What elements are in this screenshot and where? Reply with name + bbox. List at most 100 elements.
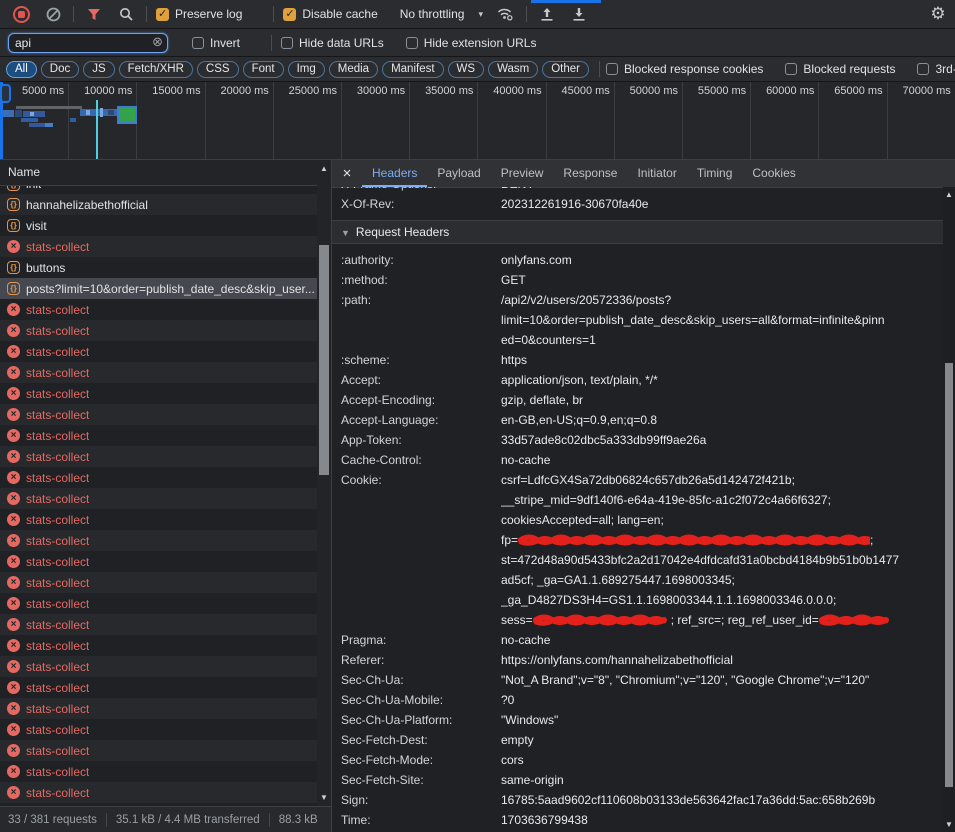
- request-row[interactable]: ×stats-collect: [0, 425, 317, 446]
- header-value: en-GB,en-US;q=0.9,en;q=0.8: [501, 410, 943, 430]
- header-value: cors: [501, 750, 943, 770]
- request-row-selected[interactable]: {}posts?limit=10&order=publish_date_desc…: [0, 278, 317, 299]
- scrollbar-thumb[interactable]: [945, 363, 953, 787]
- request-row[interactable]: ×stats-collect: [0, 698, 317, 719]
- blocked-requests-checkbox[interactable]: Blocked requests: [785, 62, 899, 76]
- network-overview-timeline[interactable]: 5000 ms10000 ms15000 ms20000 ms25000 ms3…: [0, 82, 955, 160]
- hide-data-urls-checkbox[interactable]: Hide data URLs: [281, 36, 388, 50]
- timeline-column: 70000 ms: [887, 82, 955, 159]
- tab-payload[interactable]: Payload: [427, 160, 490, 187]
- request-row[interactable]: ×stats-collect: [0, 740, 317, 761]
- preserve-log-checkbox[interactable]: Preserve log: [156, 7, 246, 21]
- request-row[interactable]: {}visit: [0, 215, 317, 236]
- network-conditions-button[interactable]: [495, 3, 517, 25]
- request-row[interactable]: ×stats-collect: [0, 299, 317, 320]
- clear-filter-icon[interactable]: ⊗: [152, 34, 163, 50]
- filter-chip-fetch-xhr[interactable]: Fetch/XHR: [119, 61, 193, 78]
- request-row[interactable]: ×stats-collect: [0, 446, 317, 467]
- blocked-response-cookies-checkbox[interactable]: Blocked response cookies: [606, 62, 767, 76]
- 3rd-party-requests-checkbox[interactable]: 3rd-party requests: [917, 62, 955, 76]
- request-row[interactable]: ×stats-collect: [0, 404, 317, 425]
- request-row[interactable]: ×stats-collect: [0, 593, 317, 614]
- request-row[interactable]: ×stats-collect: [0, 614, 317, 635]
- filter-chip-media[interactable]: Media: [329, 61, 378, 78]
- settings-gear-button[interactable]: ⚙: [927, 3, 949, 25]
- scroll-up-icon[interactable]: ▲: [943, 190, 955, 199]
- request-row[interactable]: ×stats-collect: [0, 656, 317, 677]
- header-value: onlyfans.com: [501, 250, 943, 270]
- request-row[interactable]: ×stats-collect: [0, 362, 317, 383]
- request-details-panel: × HeadersPayloadPreviewResponseInitiator…: [332, 160, 955, 832]
- filter-chip-doc[interactable]: Doc: [41, 61, 79, 78]
- overview-cursor-line: [96, 100, 98, 159]
- scroll-down-icon[interactable]: ▼: [317, 793, 331, 802]
- request-row[interactable]: ×stats-collect: [0, 341, 317, 362]
- request-row[interactable]: ×stats-collect: [0, 782, 317, 803]
- import-har-button[interactable]: [536, 3, 558, 25]
- timeline-tick-label: 25000 ms: [289, 85, 337, 97]
- filter-chip-img[interactable]: Img: [288, 61, 325, 78]
- export-har-button[interactable]: [568, 3, 590, 25]
- scroll-up-icon[interactable]: ▲: [317, 164, 331, 173]
- filter-chip-all[interactable]: All: [6, 61, 37, 78]
- record-button[interactable]: [10, 3, 32, 25]
- request-row[interactable]: {}hannahelizabethofficial: [0, 194, 317, 215]
- filter-toggle-button[interactable]: [83, 3, 105, 25]
- request-row[interactable]: ×stats-collect: [0, 572, 317, 593]
- waterfall-bar: [70, 118, 76, 122]
- name-column-header[interactable]: Name: [0, 160, 331, 186]
- request-row[interactable]: ×stats-collect: [0, 467, 317, 488]
- tab-headers[interactable]: Headers: [362, 160, 427, 187]
- header-value: "Windows": [501, 710, 943, 730]
- filter-chip-other[interactable]: Other: [542, 61, 589, 78]
- close-details-button[interactable]: ×: [332, 165, 362, 182]
- request-row[interactable]: ×stats-collect: [0, 761, 317, 782]
- overview-selection-knob[interactable]: [0, 84, 11, 103]
- request-row[interactable]: {}init: [0, 186, 317, 194]
- tab-cookies[interactable]: Cookies: [742, 160, 805, 187]
- request-headers-section[interactable]: ▼Request Headers: [332, 220, 943, 244]
- filter-chip-ws[interactable]: WS: [448, 61, 485, 78]
- header-value: https://onlyfans.com/hannahelizabethoffi…: [501, 650, 943, 670]
- header-value: gzip, deflate, br: [501, 390, 943, 410]
- request-row[interactable]: ×stats-collect: [0, 719, 317, 740]
- request-name: stats-collect: [26, 408, 89, 422]
- request-row[interactable]: ×stats-collect: [0, 509, 317, 530]
- filter-text-input[interactable]: api ⊗: [8, 33, 168, 53]
- request-row[interactable]: ×stats-collect: [0, 530, 317, 551]
- request-name: stats-collect: [26, 324, 89, 338]
- tab-timing[interactable]: Timing: [687, 160, 743, 187]
- request-row[interactable]: ×stats-collect: [0, 320, 317, 341]
- header-key: Sign:: [341, 790, 501, 810]
- failed-request-icon: ×: [7, 534, 20, 547]
- details-scrollbar[interactable]: ▲ ▼: [943, 187, 955, 832]
- filter-chip-css[interactable]: CSS: [197, 61, 239, 78]
- request-row[interactable]: ×stats-collect: [0, 383, 317, 404]
- request-name: stats-collect: [26, 513, 89, 527]
- disable-cache-checkbox[interactable]: Disable cache: [283, 7, 381, 21]
- throttling-dropdown[interactable]: No throttling ▾: [400, 7, 483, 21]
- scroll-down-icon[interactable]: ▼: [943, 820, 955, 829]
- search-button[interactable]: [115, 3, 137, 25]
- request-name: stats-collect: [26, 471, 89, 485]
- hide-extension-urls-checkbox[interactable]: Hide extension URLs: [406, 36, 541, 50]
- scrollbar-thumb[interactable]: [319, 245, 329, 475]
- clear-button[interactable]: [42, 3, 64, 25]
- details-tabs: HeadersPayloadPreviewResponseInitiatorTi…: [362, 160, 806, 187]
- request-row[interactable]: ×stats-collect: [0, 488, 317, 509]
- header-key: X-Frame-Options:: [341, 187, 501, 194]
- request-list-scrollbar[interactable]: ▲ ▼: [317, 160, 331, 806]
- request-row[interactable]: {}buttons: [0, 257, 317, 278]
- filter-chip-font[interactable]: Font: [243, 61, 284, 78]
- tab-response[interactable]: Response: [553, 160, 627, 187]
- request-row[interactable]: ×stats-collect: [0, 677, 317, 698]
- filter-chip-wasm[interactable]: Wasm: [488, 61, 538, 78]
- request-row[interactable]: ×stats-collect: [0, 236, 317, 257]
- invert-checkbox[interactable]: Invert: [192, 36, 244, 50]
- request-row[interactable]: ×stats-collect: [0, 551, 317, 572]
- tab-initiator[interactable]: Initiator: [627, 160, 686, 187]
- request-row[interactable]: ×stats-collect: [0, 635, 317, 656]
- filter-chip-js[interactable]: JS: [83, 61, 114, 78]
- tab-preview[interactable]: Preview: [491, 160, 554, 187]
- filter-chip-manifest[interactable]: Manifest: [382, 61, 443, 78]
